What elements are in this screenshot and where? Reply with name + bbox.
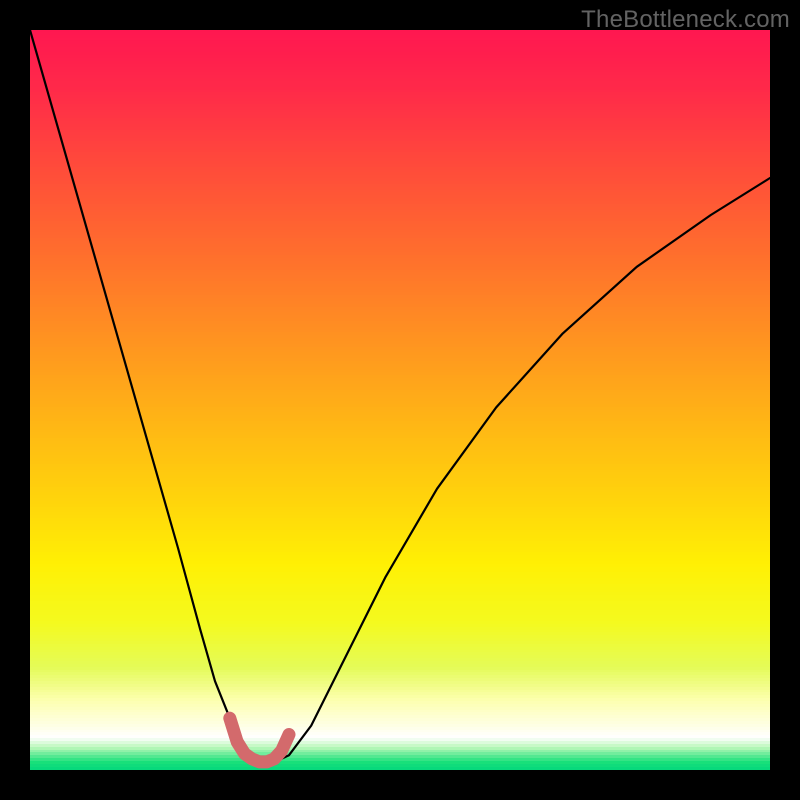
plot-area [30, 30, 770, 770]
watermark-text: TheBottleneck.com [581, 6, 790, 34]
accent-curve [230, 718, 289, 762]
curve-layer [30, 30, 770, 770]
main-curve [30, 30, 770, 762]
outer-frame: TheBottleneck.com [0, 0, 800, 800]
